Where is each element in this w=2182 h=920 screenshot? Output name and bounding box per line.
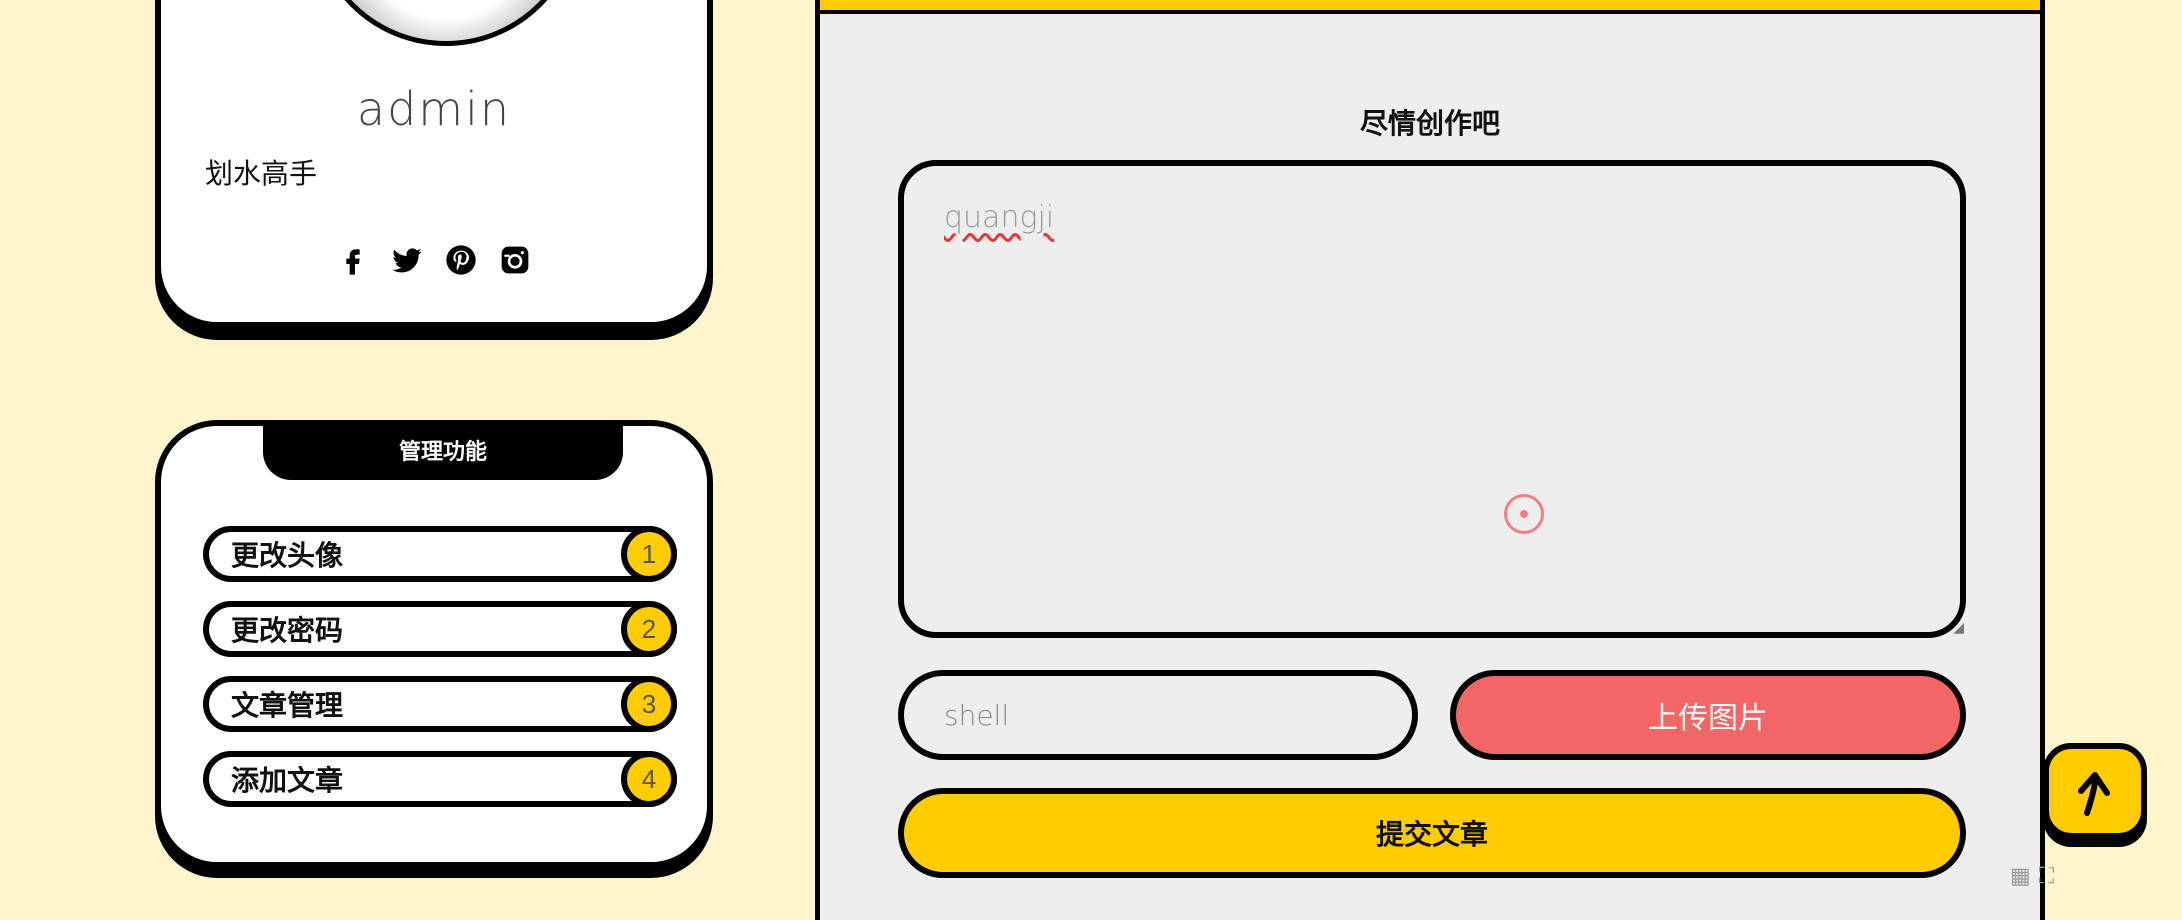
facebook-icon[interactable] <box>337 244 369 276</box>
submit-article-button[interactable]: 提交文章 <box>898 788 1966 878</box>
instagram-icon[interactable] <box>499 244 531 276</box>
article-content-text: quangji <box>944 200 1055 235</box>
admin-panel-title: 管理功能 <box>263 420 623 480</box>
twitter-icon[interactable] <box>391 244 423 276</box>
article-content-textarea[interactable]: quangji ◢ <box>898 160 1966 638</box>
admin-item-number: 4 <box>621 751 677 807</box>
admin-item-number: 2 <box>621 601 677 657</box>
cursor-indicator-icon <box>1504 494 1544 534</box>
editor-top-bar <box>820 0 2040 14</box>
admin-item-label: 更改头像 <box>231 540 344 571</box>
admin-item-article-manage[interactable]: 文章管理 3 <box>203 676 677 732</box>
admin-menu: 更改头像 1 更改密码 2 文章管理 3 添加文章 4 <box>203 526 677 826</box>
mini-toolbar: ▦ ⛶ <box>2010 857 2090 895</box>
admin-item-number: 3 <box>621 676 677 732</box>
editor-panel: 尽情创作吧 quangji ◢ shell 上传图片 提交文章 <box>815 0 2045 920</box>
back-to-top-button[interactable] <box>2043 743 2147 839</box>
admin-item-label: 添加文章 <box>231 765 344 796</box>
avatar[interactable] <box>311 0 581 46</box>
admin-item-label: 更改密码 <box>231 615 344 646</box>
pinterest-icon[interactable] <box>445 244 477 276</box>
user-bio: 划水高手 <box>205 158 318 189</box>
editor-title: 尽情创作吧 <box>1359 108 1500 139</box>
grid-icon[interactable]: ▦ <box>2010 863 2031 889</box>
admin-item-label: 文章管理 <box>231 690 344 721</box>
admin-panel: 管理功能 更改头像 1 更改密码 2 文章管理 3 添加文章 4 <box>155 420 713 868</box>
profile-card: admin 划水高手 <box>155 0 713 328</box>
admin-item-add-article[interactable]: 添加文章 4 <box>203 751 677 807</box>
username: admin <box>356 82 512 136</box>
resize-grip-icon[interactable]: ◢ <box>1953 619 1964 636</box>
expand-icon[interactable]: ⛶ <box>2039 863 2054 889</box>
admin-item-change-password[interactable]: 更改密码 2 <box>203 601 677 657</box>
arrow-up-icon <box>2078 772 2110 816</box>
admin-item-number: 1 <box>621 526 677 582</box>
admin-item-change-avatar[interactable]: 更改头像 1 <box>203 526 677 582</box>
shell-input[interactable]: shell <box>898 670 1418 760</box>
upload-image-button[interactable]: 上传图片 <box>1450 670 1966 760</box>
social-links <box>161 244 707 276</box>
